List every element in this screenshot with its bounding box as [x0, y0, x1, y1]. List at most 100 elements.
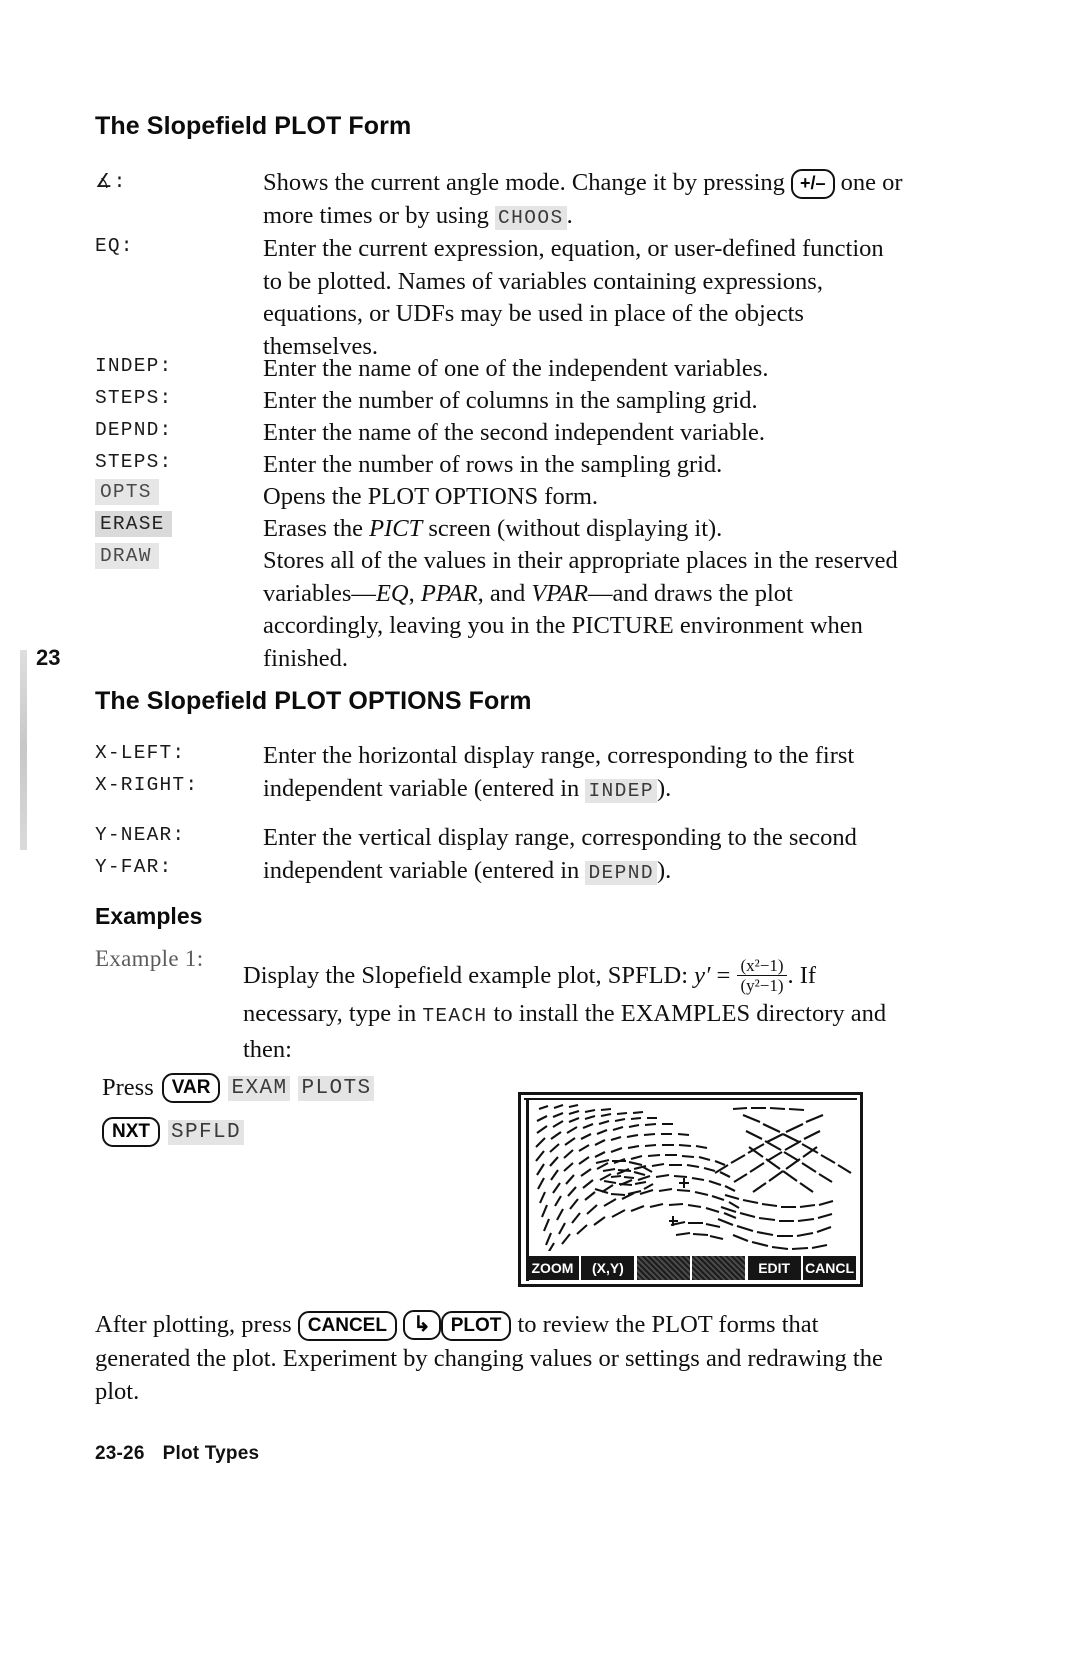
desc-text-2: ).	[656, 774, 672, 802]
press-label: Press	[102, 1074, 154, 1101]
example-1-body: Display the Slopefield example plot, SPF…	[243, 956, 903, 1066]
term-wrap-opts: OPTS	[95, 479, 263, 505]
press-sequence-line-1: Press VAR EXAM PLOTS	[102, 1073, 375, 1103]
definition-row-indep: INDEP: Enter the name of one of the inde…	[95, 353, 903, 386]
desc-text-2: screen (without displaying it).	[422, 515, 723, 542]
softkey-draw[interactable]: DRAW	[95, 543, 159, 569]
example-text-1: Display the Slopefield example plot, SPF…	[243, 962, 695, 990]
desc-sep-1: ,	[408, 579, 421, 607]
key-right-shift-icon[interactable]: ↳	[403, 1310, 441, 1340]
key-plus-minus[interactable]: +/–	[791, 169, 835, 199]
definition-row-erase: ERASE Erases the PICT screen (without di…	[95, 511, 903, 546]
variable-ppar: PPAR	[420, 579, 478, 607]
closing-text-pre: After plotting, press	[95, 1311, 298, 1338]
key-cancel[interactable]: CANCEL	[297, 1311, 397, 1341]
menu-key-xy[interactable]: (X,Y)	[581, 1256, 635, 1280]
plot-cursor	[679, 1178, 689, 1188]
press-sequence-line-2: NXT SPFLD	[102, 1117, 245, 1147]
definition-row-angle: ∡: Shows the current angle mode. Change …	[95, 167, 903, 234]
menu-key-cancl[interactable]: CANCL	[803, 1256, 857, 1280]
menu-key-blank-1[interactable]	[636, 1256, 690, 1280]
term-x-left: X-LEFT:	[95, 742, 186, 764]
command-teach[interactable]: TEACH	[422, 1005, 487, 1027]
desc-text: Shows the current angle mode. Change it …	[263, 169, 792, 196]
example-text-1-post: .	[787, 962, 794, 990]
term-wrap-draw: DRAW	[95, 543, 263, 569]
term-wrap-erase: ERASE	[95, 511, 263, 537]
definition-row-draw: DRAW Stores all of the values in their a…	[95, 543, 903, 675]
softkey-erase[interactable]: ERASE	[95, 511, 172, 537]
definition-row-y-range: Y-NEAR: Y-FAR: Enter the vertical displa…	[95, 822, 923, 889]
description-erase: Erases the PICT screen (without displayi…	[263, 513, 903, 546]
term-y-far: Y-FAR:	[95, 856, 173, 878]
footer-title: Plot Types	[162, 1443, 260, 1464]
menu-key-blank-2[interactable]	[692, 1256, 746, 1280]
key-var[interactable]: VAR	[161, 1073, 221, 1103]
description-steps-columns: Enter the number of columns in the sampl…	[263, 387, 758, 414]
menu-key-edit[interactable]: EDIT	[747, 1256, 801, 1280]
formula-fraction: (x²−1) (y²−1)	[737, 956, 787, 995]
term-angle-mode: ∡:	[95, 171, 127, 193]
term-steps-columns: STEPS:	[95, 387, 173, 409]
softkey-opts[interactable]: OPTS	[95, 479, 159, 505]
page-footer: 23-26 Plot Types	[95, 1443, 259, 1465]
description-angle-mode: Shows the current angle mode. Change it …	[263, 167, 903, 234]
softkey-spfld[interactable]: SPFLD	[168, 1119, 245, 1145]
desc-sep-2: , and	[477, 579, 532, 607]
definition-row-x-range: X-LEFT: X-RIGHT: Enter the horizontal di…	[95, 740, 923, 807]
example-text-2-post: to install the EXAMPLES	[487, 1000, 751, 1028]
description-indep: Enter the name of one of the independent…	[263, 355, 769, 382]
term-group-y-range: Y-NEAR: Y-FAR:	[95, 822, 263, 878]
chapter-number: 23	[36, 645, 61, 670]
description-y-range: Enter the vertical display range, corres…	[263, 822, 923, 889]
term-y-near: Y-NEAR:	[95, 824, 186, 846]
description-draw: Stores all of the values in their approp…	[263, 545, 903, 675]
softkey-choos[interactable]: CHOOS	[495, 205, 567, 230]
calculator-screen: ZOOM (X,Y) EDIT CANCL	[518, 1092, 863, 1287]
key-nxt[interactable]: NXT	[102, 1117, 160, 1147]
term-depnd: DEPND:	[95, 419, 173, 441]
desc-text-3: .	[566, 201, 573, 229]
description-opts: Opens the PLOT OPTIONS form.	[263, 483, 599, 510]
description-steps-rows: Enter the number of rows in the sampling…	[263, 451, 723, 478]
section-title-plot-form: The Slopefield PLOT Form	[95, 112, 412, 140]
softkey-indep[interactable]: INDEP	[585, 778, 657, 803]
term-eq: EQ:	[95, 235, 134, 257]
formula-denominator: (y²−1)	[737, 975, 787, 995]
term-group-x-range: X-LEFT: X-RIGHT:	[95, 740, 263, 796]
screen-menu-bar: ZOOM (X,Y) EDIT CANCL	[526, 1256, 857, 1280]
definition-row-steps-rows: STEPS: Enter the number of rows in the s…	[95, 449, 903, 482]
desc-text: Enter the horizontal display range, corr…	[263, 742, 855, 802]
softkey-exam[interactable]: EXAM	[228, 1075, 291, 1101]
footer-page-number: 23-26	[95, 1443, 145, 1464]
variable-vpar: VPAR	[531, 579, 589, 607]
formula-lhs: y′	[694, 962, 711, 990]
term-indep: INDEP:	[95, 355, 173, 377]
closing-paragraph: After plotting, press CANCEL ↳ PLOT to re…	[95, 1308, 895, 1409]
definition-row-opts: OPTS Opens the PLOT OPTIONS form.	[95, 479, 903, 514]
term-steps-rows: STEPS:	[95, 451, 173, 473]
desc-text: Enter the vertical display range, corres…	[263, 824, 857, 884]
key-plot[interactable]: PLOT	[440, 1311, 512, 1341]
softkey-plots[interactable]: PLOTS	[298, 1075, 375, 1101]
section-title-examples: Examples	[95, 903, 203, 929]
formula-numerator: (x²−1)	[740, 956, 784, 975]
description-eq: Enter the current expression, equation, …	[263, 235, 884, 360]
definition-row-eq: EQ: Enter the current expression, equati…	[95, 233, 903, 363]
softkey-depnd[interactable]: DEPND	[585, 860, 657, 885]
definition-row-steps-columns: STEPS: Enter the number of columns in th…	[95, 385, 903, 418]
definition-row-depnd: DEPND: Enter the name of the second inde…	[95, 417, 903, 450]
description-depnd: Enter the name of the second independent…	[263, 419, 766, 446]
formula-equals: =	[716, 962, 731, 990]
desc-text-2: ).	[656, 856, 672, 884]
description-x-range: Enter the horizontal display range, corr…	[263, 740, 923, 807]
manual-page: 23 The Slopefield PLOT Form ∡: Shows the…	[0, 0, 1080, 1656]
variable-eq: EQ	[375, 579, 409, 607]
term-x-right: X-RIGHT:	[95, 774, 199, 796]
menu-key-zoom[interactable]: ZOOM	[526, 1256, 579, 1280]
section-title-plot-options-form: The Slopefield PLOT OPTIONS Form	[95, 687, 532, 715]
variable-pict: PICT	[369, 515, 423, 542]
chapter-tab-marker	[20, 650, 27, 850]
desc-text: Erases the	[263, 515, 370, 542]
example-label-1: Example 1:	[95, 946, 204, 971]
